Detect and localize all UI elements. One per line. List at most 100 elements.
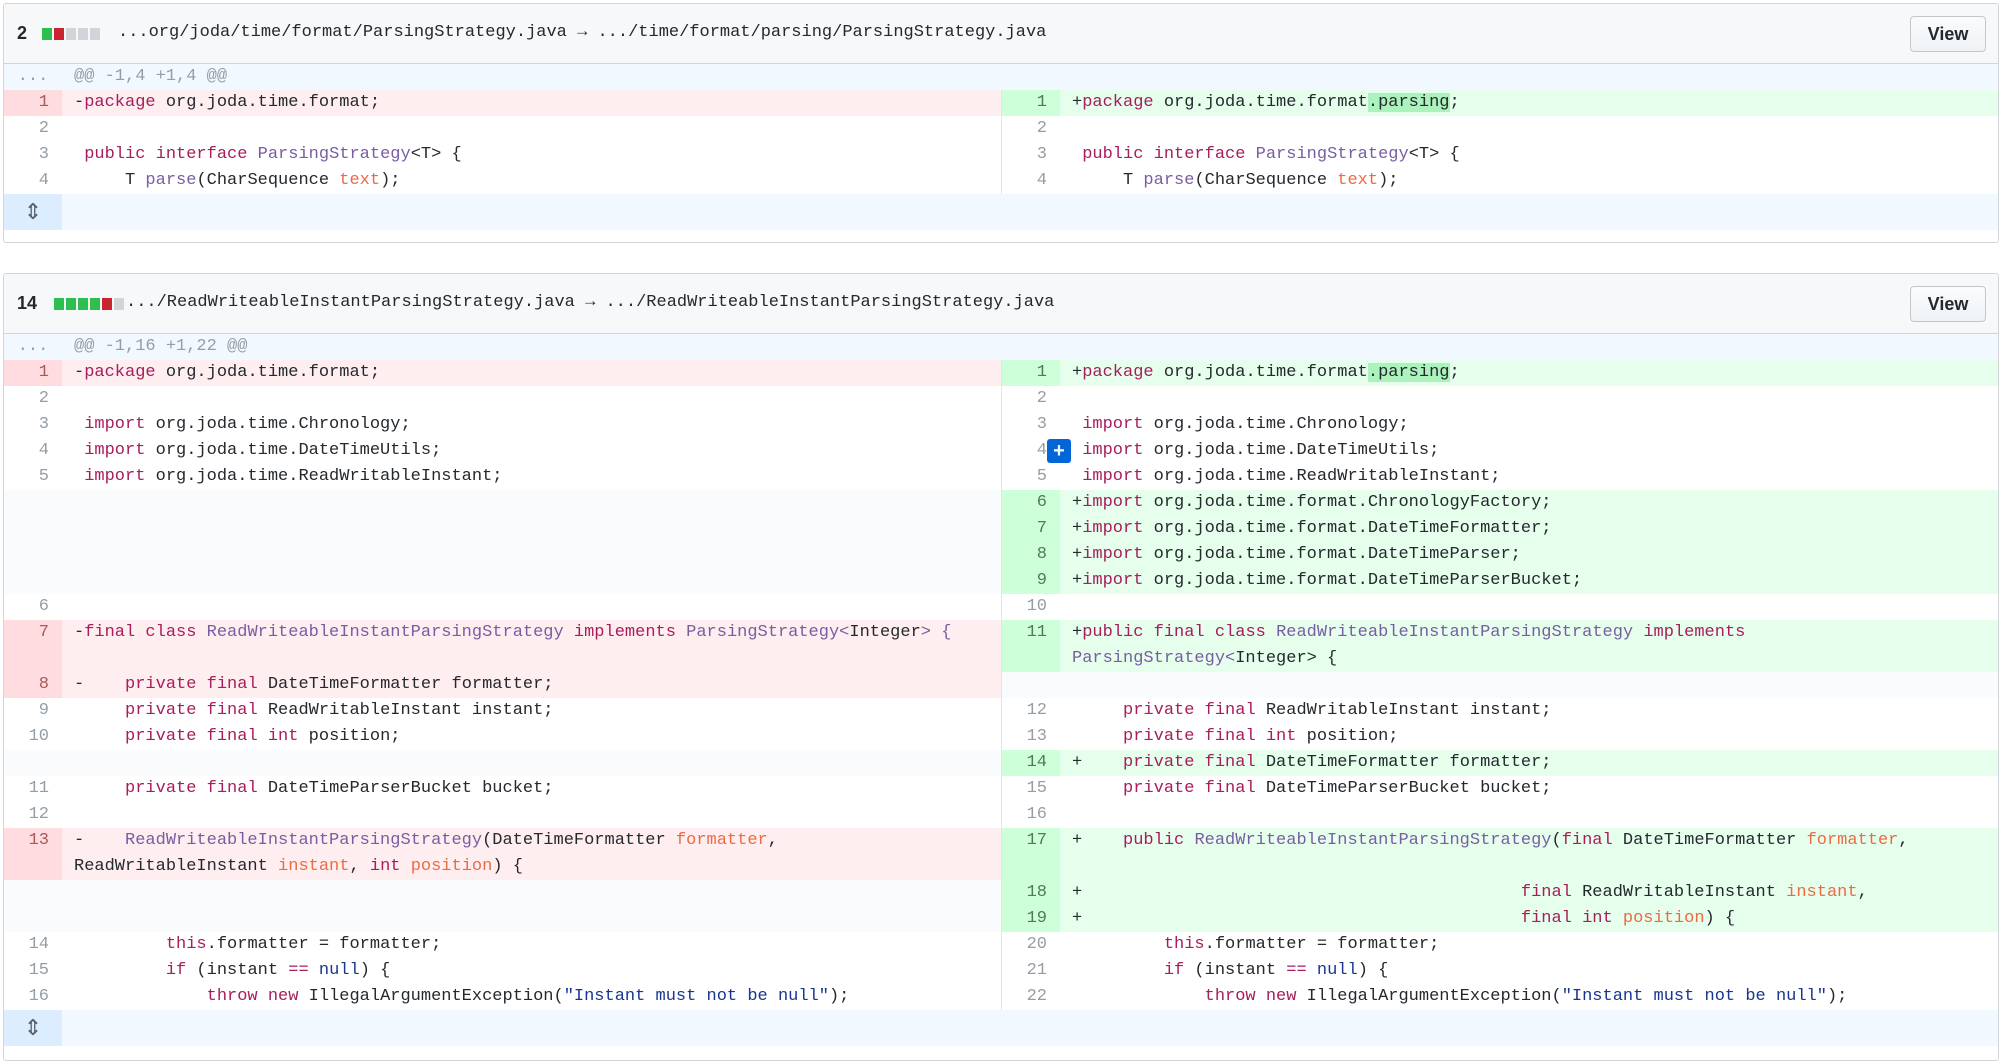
line-number[interactable]: 4 bbox=[4, 168, 62, 194]
diff-file-1: 2 ...org/joda/time/format/ParsingStrateg… bbox=[3, 3, 1999, 243]
line-number[interactable]: 16 bbox=[1002, 802, 1060, 828]
line-number[interactable]: 10 bbox=[4, 724, 62, 750]
line-code: - ReadWriteableInstantParsingStrategy(Da… bbox=[62, 828, 1001, 880]
line-code: if (instant == null) { bbox=[1163, 961, 1389, 980]
add-comment-button[interactable]: + bbox=[1047, 439, 1071, 463]
file-header: 14 .../ReadWriteableInstantParsingStrate… bbox=[4, 274, 1998, 334]
line-number[interactable]: 5 bbox=[4, 464, 62, 490]
diff-line: 9 private final ReadWritableInstant inst… bbox=[4, 698, 1998, 724]
diff-line: 8 +import org.joda.time.format.DateTimePa… bbox=[4, 542, 1998, 568]
diffstat-deleted-block bbox=[102, 298, 112, 310]
line-number[interactable]: 22 bbox=[1002, 984, 1060, 1010]
line-code: throw new IllegalArgumentException("Inst… bbox=[1204, 987, 1848, 1006]
changes-count: 14 bbox=[17, 293, 38, 313]
line-code: +import org.joda.time.format.DateTimeFor… bbox=[1060, 516, 1998, 542]
line-number[interactable]: 6 bbox=[4, 594, 62, 620]
line-number[interactable]: 1 bbox=[1002, 360, 1060, 386]
hunk-range: @@ -1,4 +1,4 @@ bbox=[62, 64, 1001, 90]
line-code: +package org.joda.time.format.parsing; bbox=[1060, 360, 1998, 386]
diff-line: 1 -package org.joda.time.format; 1 +packag… bbox=[4, 360, 1998, 386]
line-number[interactable]: 2 bbox=[4, 386, 62, 412]
line-number[interactable]: 12 bbox=[4, 802, 62, 828]
line-number[interactable]: 4 bbox=[4, 438, 62, 464]
line-number[interactable]: 3 bbox=[1002, 412, 1060, 438]
line-number[interactable]: 3 bbox=[4, 142, 62, 168]
line-number[interactable]: 15 bbox=[4, 958, 62, 984]
line-number[interactable]: 2 bbox=[1002, 116, 1060, 142]
line-code: import org.joda.time.ReadWritableInstant… bbox=[84, 467, 503, 486]
line-code: import org.joda.time.DateTimeUtils; bbox=[84, 441, 442, 460]
line-number[interactable]: 7 bbox=[4, 620, 62, 672]
line-code: public interface ParsingStrategy<T> { bbox=[84, 145, 462, 164]
line-code: import org.joda.time.DateTimeUtils; bbox=[1082, 441, 1440, 460]
view-file-button[interactable]: View bbox=[1910, 16, 1986, 52]
line-code: import org.joda.time.ReadWritableInstant… bbox=[1082, 467, 1501, 486]
line-number[interactable]: 1 bbox=[4, 90, 62, 116]
diff-line: 19 + final int position) { bbox=[4, 906, 1998, 932]
view-file-button[interactable]: View bbox=[1910, 286, 1986, 322]
line-code: + public ReadWriteableInstantParsingStra… bbox=[1060, 828, 1998, 880]
line-number[interactable]: 13 bbox=[1002, 724, 1060, 750]
line-number[interactable]: 6 bbox=[1002, 490, 1060, 516]
line-number[interactable]: 16 bbox=[4, 984, 62, 1010]
line-number[interactable]: 2 bbox=[1002, 386, 1060, 412]
diff-file-2: 14 .../ReadWriteableInstantParsingStrate… bbox=[3, 273, 1999, 1061]
line-number[interactable]: 8 bbox=[1002, 542, 1060, 568]
line-number[interactable]: 3 bbox=[1002, 142, 1060, 168]
line-number[interactable]: 9 bbox=[1002, 568, 1060, 594]
line-number[interactable]: 10 bbox=[1002, 594, 1060, 620]
line-code: +public final class ReadWriteableInstant… bbox=[1060, 620, 1998, 672]
file-path[interactable]: ...org/joda/time/format/ParsingStrategy.… bbox=[118, 23, 1046, 42]
diffstat-added-block bbox=[42, 28, 52, 40]
hunk-header: ... @@ -1,4 +1,4 @@ bbox=[4, 64, 1998, 90]
diff-line: 7 +import org.joda.time.format.DateTimeFo… bbox=[4, 516, 1998, 542]
unfold-icon[interactable]: ⇕ bbox=[4, 194, 62, 230]
line-code: private final DateTimeParserBucket bucke… bbox=[125, 779, 554, 798]
line-number[interactable]: 13 bbox=[4, 828, 62, 880]
diffstat-deleted-block bbox=[54, 28, 64, 40]
line-code: +import org.joda.time.format.ChronologyF… bbox=[1060, 490, 1998, 516]
diff-line: 14 + private final DateTimeFormatter form… bbox=[4, 750, 1998, 776]
line-number[interactable]: 19 bbox=[1002, 906, 1060, 932]
hunk-expand-dots[interactable]: ... bbox=[4, 64, 62, 90]
line-number[interactable]: 5 bbox=[1002, 464, 1060, 490]
line-number[interactable]: 17 bbox=[1002, 828, 1060, 880]
line-number[interactable]: 9 bbox=[4, 698, 62, 724]
line-number[interactable]: 11 bbox=[1002, 620, 1060, 672]
line-number[interactable]: 1 bbox=[4, 360, 62, 386]
file-header: 2 ...org/joda/time/format/ParsingStrateg… bbox=[4, 4, 1998, 64]
diff-line: 13- ReadWriteableInstantParsingStrategy(… bbox=[4, 828, 1998, 880]
line-number[interactable]: 2 bbox=[4, 116, 62, 142]
line-number[interactable]: 7 bbox=[1002, 516, 1060, 542]
line-number[interactable]: 1 bbox=[1002, 90, 1060, 116]
diff-line: 15 if (instant == null) { 21 if (instant… bbox=[4, 958, 1998, 984]
diffstat-neutral-block bbox=[78, 28, 88, 40]
line-number[interactable]: 11 bbox=[4, 776, 62, 802]
line-code: private final ReadWritableInstant instan… bbox=[1123, 701, 1552, 720]
line-number[interactable]: 8 bbox=[4, 672, 62, 698]
line-number[interactable]: 15 bbox=[1002, 776, 1060, 802]
line-number[interactable]: 14 bbox=[1002, 750, 1060, 776]
diff-line: 12 16 bbox=[4, 802, 1998, 828]
file-path[interactable]: .../ReadWriteableInstantParsingStrategy.… bbox=[126, 293, 1054, 312]
diff-line: 2 2 bbox=[4, 386, 1998, 412]
line-number[interactable]: 18 bbox=[1002, 880, 1060, 906]
diff-line: 6 +import org.joda.time.format.Chronology… bbox=[4, 490, 1998, 516]
line-code: private final DateTimeParserBucket bucke… bbox=[1123, 779, 1552, 798]
line-number[interactable]: 21 bbox=[1002, 958, 1060, 984]
line-code: +package org.joda.time.format.parsing; bbox=[1060, 90, 1998, 116]
line-code: import org.joda.time.Chronology; bbox=[1082, 415, 1409, 434]
expand-row: ⇕ bbox=[4, 1010, 1998, 1046]
line-code: +import org.joda.time.format.DateTimePar… bbox=[1060, 568, 1998, 594]
line-number[interactable]: 4 bbox=[1002, 168, 1060, 194]
line-number[interactable]: 12 bbox=[1002, 698, 1060, 724]
diff-line: 2 2 bbox=[4, 116, 1998, 142]
line-number[interactable]: 20 bbox=[1002, 932, 1060, 958]
line-number[interactable]: 14 bbox=[4, 932, 62, 958]
diff-line: 6 10 bbox=[4, 594, 1998, 620]
unfold-icon[interactable]: ⇕ bbox=[4, 1010, 62, 1046]
line-number[interactable]: 3 bbox=[4, 412, 62, 438]
diff-line: 5 import org.joda.time.ReadWritableInsta… bbox=[4, 464, 1998, 490]
hunk-expand-dots[interactable]: ... bbox=[4, 334, 62, 360]
